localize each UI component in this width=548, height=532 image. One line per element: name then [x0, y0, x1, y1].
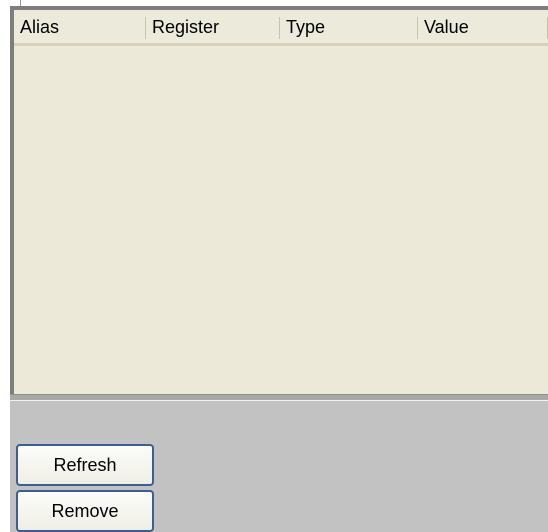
- column-header-label: Register: [152, 17, 220, 37]
- column-header-register[interactable]: Register: [146, 10, 280, 43]
- column-header-value[interactable]: Value: [418, 10, 548, 43]
- column-header-alias[interactable]: Alias: [14, 10, 146, 43]
- refresh-button[interactable]: Refresh: [16, 444, 154, 486]
- alias-table: Alias Register Type Value: [10, 6, 548, 394]
- table-body[interactable]: [14, 46, 548, 394]
- register-alias-panel: Alias Register Type Value Refresh Remove: [10, 6, 548, 532]
- column-header-label: Value: [424, 17, 469, 37]
- column-header-type[interactable]: Type: [280, 10, 418, 43]
- remove-button[interactable]: Remove: [16, 490, 154, 532]
- column-header-label: Type: [286, 17, 326, 37]
- column-header-label: Alias: [20, 17, 60, 37]
- scrollbar-divider: [10, 400, 548, 401]
- table-header-row: Alias Register Type Value: [14, 10, 548, 46]
